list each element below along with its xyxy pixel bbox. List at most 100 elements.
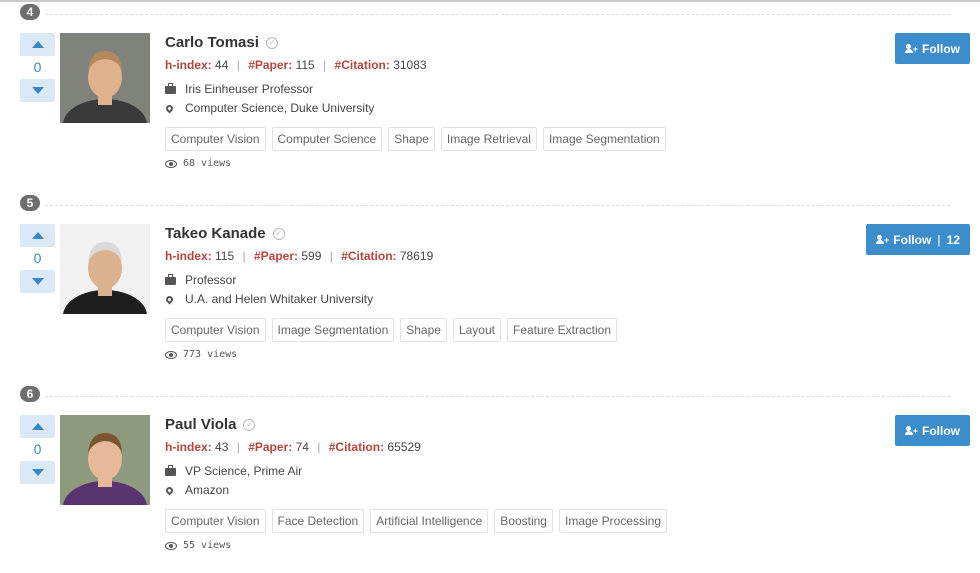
avatar[interactable] xyxy=(60,224,150,314)
user-plus-icon: + xyxy=(905,43,918,54)
affiliation-text: Amazon xyxy=(185,483,230,497)
triangle-down-icon xyxy=(31,469,44,476)
tag-chip[interactable]: Artificial Intelligence xyxy=(370,509,489,533)
affiliation-row: Amazon xyxy=(164,483,230,497)
scholar-name[interactable]: Takeo Kanade xyxy=(165,225,266,242)
scholar-name[interactable]: Paul Viola xyxy=(165,416,236,433)
avatar[interactable] xyxy=(60,33,150,123)
triangle-up-icon xyxy=(31,423,44,430)
map-marker-icon xyxy=(164,103,185,113)
tag-chip[interactable]: Shape xyxy=(388,127,435,151)
tag-chip[interactable]: Face Detection xyxy=(271,509,365,533)
tag-chip[interactable]: Image Segmentation xyxy=(271,318,395,342)
tag-chip[interactable]: Layout xyxy=(452,318,501,342)
upvote-button[interactable] xyxy=(20,33,55,56)
downvote-button[interactable] xyxy=(20,461,55,484)
follow-button[interactable]: + Follow | xyxy=(895,33,970,64)
rank-badge: 5 xyxy=(20,195,40,211)
vote-count: 0 xyxy=(33,250,42,266)
map-marker-icon xyxy=(164,485,185,495)
follow-label: Follow xyxy=(922,41,960,56)
paper-label: #Paper: xyxy=(248,58,293,72)
citation-value: 65529 xyxy=(387,440,421,454)
downvote-button[interactable] xyxy=(20,270,55,293)
h-index-value: 43 xyxy=(215,440,229,454)
follow-label: Follow xyxy=(922,423,960,438)
tag-chip[interactable]: Computer Science xyxy=(271,127,383,151)
h-index-label: h-index: xyxy=(165,249,212,263)
user-plus-icon: + xyxy=(905,425,918,436)
triangle-down-icon xyxy=(31,87,44,94)
avatar-portrait xyxy=(60,415,150,505)
citation-label: #Citation: xyxy=(341,249,397,263)
position-text: Iris Einheuser Professor xyxy=(185,82,314,96)
rank-badge: 6 xyxy=(20,386,40,402)
stats-separator: | xyxy=(329,249,333,263)
follow-button[interactable]: + Follow | xyxy=(895,415,970,446)
vote-count: 0 xyxy=(33,441,42,457)
affiliation-row: U.A. and Helen Whitaker University xyxy=(164,292,373,306)
stats-row: h-index: 43 | #Paper: 74 | #Citation: 65… xyxy=(165,440,421,454)
briefcase-icon xyxy=(165,465,185,476)
name-row: Carlo Tomasi ✓ xyxy=(165,34,278,51)
avatar[interactable] xyxy=(60,415,150,505)
upvote-button[interactable] xyxy=(20,415,55,438)
position-text: Professor xyxy=(185,273,237,287)
tag-chip[interactable]: Computer Vision xyxy=(165,127,266,151)
briefcase-icon xyxy=(165,274,185,285)
briefcase-icon xyxy=(165,83,185,94)
h-index-label: h-index: xyxy=(165,440,212,454)
views-row: 68 views xyxy=(165,158,231,169)
h-index-label: h-index: xyxy=(165,58,212,72)
tag-chip[interactable]: Image Processing xyxy=(558,509,668,533)
vote-widget: 0 xyxy=(20,224,55,293)
check-circle-icon: ✓ xyxy=(243,418,256,431)
upvote-button[interactable] xyxy=(20,224,55,247)
scholar-entry: 5 0 Takeo Kanade ✓ h-index: 115 | #Paper… xyxy=(0,191,980,382)
name-row: Paul Viola ✓ xyxy=(165,416,256,433)
stats-separator: | xyxy=(323,58,327,72)
stats-separator: | xyxy=(236,58,240,72)
entry-separator xyxy=(45,205,950,206)
scholar-entry: 4 0 Carlo Tomasi ✓ h-index: 44 | #Paper:… xyxy=(0,0,980,191)
scholar-entry: 6 0 Paul Viola ✓ h-index: 43 | #Paper: 7… xyxy=(0,382,980,573)
stats-separator: | xyxy=(242,249,246,263)
avatar-portrait xyxy=(60,33,150,123)
affiliation-text: Computer Science, Duke University xyxy=(185,101,375,115)
citation-value: 31083 xyxy=(393,58,427,72)
follow-label: Follow xyxy=(893,232,932,247)
triangle-up-icon xyxy=(31,41,44,48)
tag-chip[interactable]: Feature Extraction xyxy=(506,318,618,342)
check-circle-icon: ✓ xyxy=(272,227,285,240)
tag-chip[interactable]: Computer Vision xyxy=(165,318,266,342)
avatar-portrait xyxy=(60,224,150,314)
follow-button[interactable]: + Follow | 12 xyxy=(866,224,970,255)
tag-list: Computer Vision Image Segmentation Shape La… xyxy=(165,318,618,342)
follow-count-separator: | xyxy=(937,232,941,247)
vote-widget: 0 xyxy=(20,415,55,484)
tag-chip[interactable]: Image Retrieval xyxy=(440,127,537,151)
tag-chip[interactable]: Image Segmentation xyxy=(542,127,666,151)
paper-label: #Paper: xyxy=(253,249,298,263)
triangle-up-icon xyxy=(31,232,44,239)
tag-chip[interactable]: Computer Vision xyxy=(165,509,266,533)
position-row: Professor xyxy=(165,273,236,287)
map-marker-icon xyxy=(164,294,185,304)
h-index-value: 115 xyxy=(215,249,235,263)
downvote-button[interactable] xyxy=(20,79,55,102)
triangle-down-icon xyxy=(31,278,44,285)
scholar-name[interactable]: Carlo Tomasi xyxy=(165,34,259,51)
vote-count: 0 xyxy=(33,59,42,75)
views-row: 55 views xyxy=(165,540,231,551)
stats-row: h-index: 115 | #Paper: 599 | #Citation: … xyxy=(165,249,433,263)
citation-label: #Citation: xyxy=(334,58,390,72)
name-row: Takeo Kanade ✓ xyxy=(165,225,285,242)
stats-row: h-index: 44 | #Paper: 115 | #Citation: 3… xyxy=(165,58,427,72)
eye-icon xyxy=(165,159,177,168)
tag-chip[interactable]: Shape xyxy=(400,318,447,342)
tag-chip[interactable]: Boosting xyxy=(494,509,553,533)
views-row: 773 views xyxy=(165,349,237,360)
user-plus-icon: + xyxy=(876,234,889,245)
stats-separator: | xyxy=(236,440,240,454)
h-index-value: 44 xyxy=(215,58,229,72)
